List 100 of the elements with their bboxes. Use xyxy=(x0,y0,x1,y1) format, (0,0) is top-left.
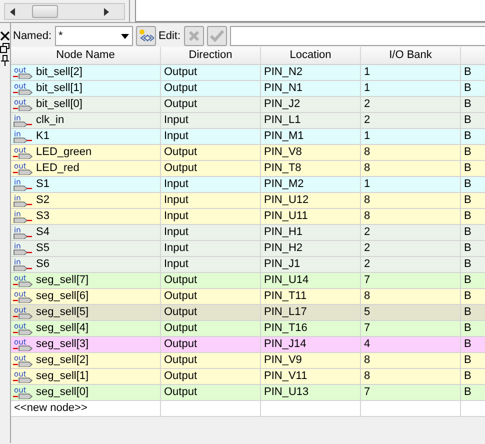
table-cell: 4 xyxy=(361,337,461,353)
table-cell: Input xyxy=(161,225,261,241)
node-name: bit_sell[0] xyxy=(36,97,82,112)
table-cell: 7 xyxy=(361,321,461,337)
table-cell: B xyxy=(461,193,485,209)
table-cell: B xyxy=(461,161,485,177)
table-cell: 8 xyxy=(361,161,461,177)
named-label: Named: xyxy=(13,28,52,44)
table-cell: 2 xyxy=(361,241,461,257)
table-cell: Output xyxy=(161,337,261,353)
table-cell: 8 xyxy=(361,209,461,225)
table-cell: PIN_H1 xyxy=(261,225,361,241)
edit-label: Edit: xyxy=(158,28,181,44)
table-cell: PIN_M2 xyxy=(261,177,361,193)
table-cell: B xyxy=(461,257,485,273)
table-cell: B xyxy=(461,337,485,353)
node-name: LED_green xyxy=(36,145,92,160)
table-cell: B xyxy=(461,113,485,129)
table-cell: B xyxy=(461,65,485,81)
table-cell: Output xyxy=(161,385,261,401)
close-icon[interactable] xyxy=(0,31,10,41)
column-header: Direction xyxy=(161,47,261,65)
node-name: seg_sell[0] xyxy=(36,385,89,400)
table-cell: PIN_U13 xyxy=(261,385,361,401)
table-cell: B xyxy=(461,385,485,401)
table-cell: PIN_T8 xyxy=(261,161,361,177)
table-cell: PIN_J2 xyxy=(261,97,361,113)
horizontal-scrollbar[interactable] xyxy=(4,3,125,20)
table-cell: PIN_T11 xyxy=(261,289,361,305)
table-cell: 8 xyxy=(361,193,461,209)
restore-icon[interactable] xyxy=(0,43,10,53)
table-cell: 7 xyxy=(361,385,461,401)
table-cell: PIN_U11 xyxy=(261,209,361,225)
table-cell: 1 xyxy=(361,129,461,145)
table-cell: PIN_V8 xyxy=(261,145,361,161)
node-name: seg_sell[1] xyxy=(36,369,89,384)
node-name: seg_sell[7] xyxy=(36,273,89,288)
left-arrow-icon[interactable] xyxy=(10,8,16,16)
table-cell: Input xyxy=(161,209,261,225)
new-node-cell[interactable]: <<new node>> xyxy=(11,401,161,417)
table-cell: Output xyxy=(161,81,261,97)
table-cell: PIN_V9 xyxy=(261,353,361,369)
node-name: bit_sell[1] xyxy=(36,81,82,96)
node-name: S3 xyxy=(36,209,50,224)
cross-icon xyxy=(188,30,200,42)
table-cell: PIN_V11 xyxy=(261,369,361,385)
table-cell: PIN_L1 xyxy=(261,113,361,129)
table-cell: Output xyxy=(161,273,261,289)
table-cell: B xyxy=(461,81,485,97)
table-cell: PIN_N2 xyxy=(261,65,361,81)
table-cell: PIN_L17 xyxy=(261,305,361,321)
node-name: S4 xyxy=(36,225,50,240)
table-cell: 1 xyxy=(361,65,461,81)
table-cell: Input xyxy=(161,257,261,273)
table-cell: Output xyxy=(161,321,261,337)
node-name: K1 xyxy=(36,129,50,144)
pin-icon[interactable] xyxy=(1,55,9,66)
table-cell: 2 xyxy=(361,257,461,273)
column-header: Node Name xyxy=(11,47,161,65)
scroll-thumb[interactable] xyxy=(32,5,58,18)
node-name: S2 xyxy=(36,193,50,208)
table-cell: PIN_J1 xyxy=(261,257,361,273)
table-cell: B xyxy=(461,145,485,161)
caret-icon xyxy=(120,34,129,38)
edit-field[interactable] xyxy=(230,26,485,46)
node-name: S5 xyxy=(36,241,50,256)
table-cell: 7 xyxy=(361,273,461,289)
column-header: I/O Bank xyxy=(361,47,461,65)
table-cell: 2 xyxy=(361,113,461,129)
table-cell: B xyxy=(461,97,485,113)
filter-button[interactable] xyxy=(136,26,156,46)
node-name: S6 xyxy=(36,257,50,272)
table-cell: Output xyxy=(161,161,261,177)
table-cell: B xyxy=(461,289,485,305)
table-cell: 1 xyxy=(361,81,461,97)
table-cell: B xyxy=(461,177,485,193)
table-cell: Output xyxy=(161,353,261,369)
node-name: seg_sell[5] xyxy=(36,305,89,320)
node-name: seg_sell[3] xyxy=(36,337,89,352)
table-cell: 2 xyxy=(361,97,461,113)
table-cell: B xyxy=(461,369,485,385)
table-cell: PIN_N1 xyxy=(261,81,361,97)
table-cell: 1 xyxy=(361,177,461,193)
filter-icon xyxy=(138,29,154,43)
column-header: Location xyxy=(261,47,361,65)
table-cell: B xyxy=(461,225,485,241)
table-cell: 2 xyxy=(361,225,461,241)
node-name: LED_red xyxy=(36,161,80,176)
table-cell: B xyxy=(461,241,485,257)
table-cell: Output xyxy=(161,305,261,321)
named-dropdown[interactable]: * xyxy=(54,26,133,46)
table-cell: B xyxy=(461,353,485,369)
table-cell: Input xyxy=(161,129,261,145)
right-arrow-icon[interactable] xyxy=(104,8,110,16)
node-name: S1 xyxy=(36,177,50,192)
table-cell: PIN_H2 xyxy=(261,241,361,257)
node-name: clk_in xyxy=(36,113,64,128)
table-cell: Input xyxy=(161,177,261,193)
table-cell: 8 xyxy=(361,369,461,385)
table-cell: PIN_U14 xyxy=(261,273,361,289)
